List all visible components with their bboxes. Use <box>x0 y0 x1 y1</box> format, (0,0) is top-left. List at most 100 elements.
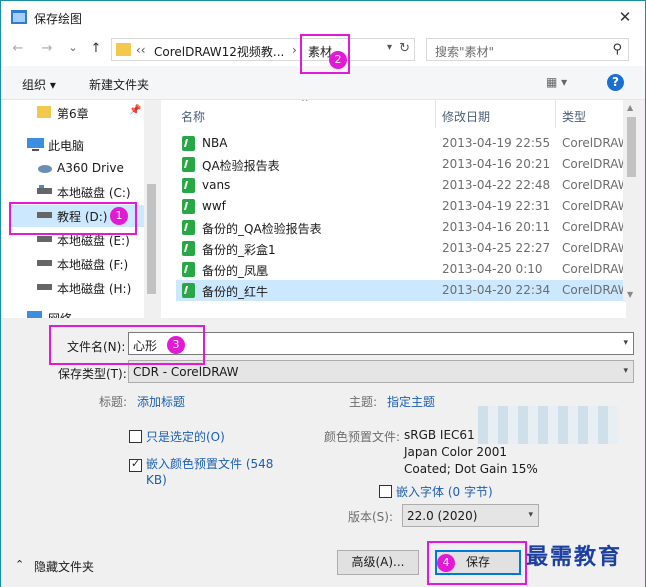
sidebar-item-label: 本地磁盘 (C:) <box>57 186 131 200</box>
navigation-scrollbar[interactable] <box>144 100 159 318</box>
file-date: 2013-04-16 20:11 <box>442 220 551 234</box>
refresh-icon[interactable]: ↻ <box>399 41 410 56</box>
view-options-icon[interactable]: ▦ ▾ <box>546 75 567 89</box>
breadcrumb-coreldraw[interactable]: CorelDRAW12视频教... <box>154 43 284 60</box>
watermark-logo: 最需教育 <box>526 544 623 570</box>
embed-fonts-label[interactable]: 嵌入字体 (0 字节) <box>396 483 493 500</box>
app-icon <box>11 10 27 24</box>
sidebar-item-drive-c[interactable]: 本地磁盘 (C:) <box>1 181 144 203</box>
color-profile-line: Coated; Dot Gain 15% <box>404 462 538 476</box>
back-arrow-icon[interactable]: ← <box>9 41 27 56</box>
column-header-type[interactable]: 类型 <box>556 100 626 128</box>
file-name: vans <box>202 178 231 192</box>
breadcrumb-separator[interactable]: › <box>292 43 297 57</box>
coreldraw-file-icon <box>182 241 195 256</box>
help-icon[interactable]: ? <box>607 74 624 91</box>
sidebar-item-network[interactable]: 网络 <box>1 307 144 318</box>
version-select[interactable]: 22.0 (2020) ▾ <box>402 504 539 527</box>
window-title: 保存绘图 <box>34 12 83 26</box>
save-dialog: 保存绘图 ✕ ← → ⌄ ↑ ‹‹ CorelDRAW12视频教... › 素材… <box>0 0 646 587</box>
selected-only-checkbox[interactable] <box>129 430 142 443</box>
up-arrow-icon[interactable]: ↑ <box>87 41 105 56</box>
coreldraw-file-icon <box>182 220 195 235</box>
step-badge-3: 3 <box>167 336 185 354</box>
step-badge-2: 2 <box>329 51 347 69</box>
search-input[interactable]: 搜索"素材" ⚲ <box>426 38 629 61</box>
scroll-thumb[interactable] <box>627 117 636 177</box>
close-icon[interactable]: ✕ <box>613 5 637 29</box>
color-profile-label: 颜色预置文件: <box>324 430 401 444</box>
file-type: CorelDRAW <box>562 157 626 171</box>
embed-profile-label[interactable]: 嵌入颜色预置文件 (548 KB) <box>146 456 281 488</box>
coreldraw-file-icon <box>182 199 195 214</box>
column-header-name[interactable]: 名称 ^ <box>161 100 436 128</box>
hide-folders-toggle[interactable]: 隐藏文件夹 <box>34 558 94 575</box>
chevron-down-icon[interactable]: ▾ <box>623 338 628 348</box>
scroll-up-icon[interactable]: ▲ <box>627 103 633 112</box>
cloud-icon <box>38 165 52 173</box>
sidebar-item-drive-h[interactable]: 本地磁盘 (H:) <box>1 277 144 299</box>
chevron-down-icon[interactable]: ▾ <box>528 510 533 520</box>
sidebar-item-drive-f[interactable]: 本地磁盘 (F:) <box>1 253 144 275</box>
column-label: 名称 <box>181 110 206 124</box>
scroll-down-icon[interactable]: ▼ <box>627 290 633 299</box>
file-date: 2013-04-19 22:55 <box>442 136 551 150</box>
network-icon <box>27 311 42 318</box>
file-name: QA检验报告表 <box>202 159 280 173</box>
scroll-thumb[interactable] <box>147 184 156 294</box>
coreldraw-file-icon <box>182 283 195 298</box>
organize-button[interactable]: 组织 ▾ <box>22 76 56 93</box>
sidebar-item-label: A360 Drive <box>57 161 124 175</box>
assign-subject-link[interactable]: 指定主题 <box>387 393 435 410</box>
advanced-button[interactable]: 高级(A)... <box>337 550 419 575</box>
file-row[interactable]: NBA 2013-04-19 22:55 CorelDRAW <box>176 133 626 154</box>
computer-icon <box>27 138 44 151</box>
folder-icon <box>37 106 51 118</box>
file-row[interactable]: wwf 2013-04-19 22:31 CorelDRAW <box>176 196 626 217</box>
file-row[interactable]: 备份的_QA检验报告表 2013-04-16 20:11 CorelDRAW <box>176 217 626 238</box>
file-row[interactable]: 备份的_凤凰 2013-04-20 0:10 CorelDRAW <box>176 259 626 280</box>
new-folder-button[interactable]: 新建文件夹 <box>89 76 149 93</box>
file-name: 备份的_彩盒1 <box>202 243 276 257</box>
file-name: wwf <box>202 199 226 213</box>
pin-icon[interactable]: 📌 <box>129 105 141 116</box>
sidebar-item-a360[interactable]: A360 Drive <box>1 158 144 180</box>
column-header-date[interactable]: 修改日期 <box>436 100 556 128</box>
title-bar: 保存绘图 ✕ <box>1 1 645 34</box>
file-row[interactable]: vans 2013-04-22 22:48 CorelDRAW <box>176 175 626 196</box>
file-row[interactable]: QA检验报告表 2013-04-16 20:21 CorelDRAW <box>176 154 626 175</box>
drive-icon <box>37 284 52 290</box>
address-overflow[interactable]: ‹‹ <box>136 43 146 57</box>
file-name: NBA <box>202 136 228 150</box>
chevron-down-icon[interactable]: ▾ <box>623 366 628 376</box>
sidebar-item-label: 本地磁盘 (H:) <box>57 282 132 296</box>
coreldraw-file-icon <box>182 178 195 193</box>
selected-only-label[interactable]: 只是选定的(O) <box>146 428 225 445</box>
coreldraw-file-icon <box>182 136 195 151</box>
file-row[interactable]: 备份的_彩盒1 2013-04-25 22:27 CorelDRAW <box>176 238 626 259</box>
file-type: CorelDRAW <box>562 262 626 276</box>
embed-profile-checkbox[interactable] <box>129 457 142 472</box>
sidebar-item-label: 本地磁盘 (F:) <box>57 258 129 272</box>
file-list: 名称 ^ 修改日期 类型 NBA 2013-04-19 22:55 CorelDRA… <box>161 100 626 318</box>
embed-fonts-checkbox[interactable] <box>379 485 392 498</box>
forward-arrow-icon[interactable]: → <box>38 41 56 56</box>
search-icon[interactable]: ⚲ <box>612 42 622 57</box>
add-title-link[interactable]: 添加标题 <box>137 393 185 410</box>
file-type: CorelDRAW <box>562 283 626 297</box>
chevron-up-icon[interactable]: ⌃ <box>15 558 24 571</box>
recent-locations-icon[interactable]: ⌄ <box>64 41 82 54</box>
drive-icon <box>37 260 52 266</box>
sidebar-item-this-pc[interactable]: 此电脑 <box>1 134 144 156</box>
address-bar[interactable]: ‹‹ CorelDRAW12视频教... › 素材 ▾ ↻ <box>111 38 415 61</box>
address-dropdown-icon[interactable]: ▾ <box>387 42 392 53</box>
file-date: 2013-04-20 22:34 <box>442 283 551 297</box>
sidebar-item-chapter6[interactable]: 第6章 📌 <box>1 102 144 124</box>
title-label: 标题: <box>99 395 128 409</box>
file-row[interactable]: 备份的_红牛 2013-04-20 22:34 CorelDRAW <box>176 280 626 301</box>
search-placeholder: 搜索"素材" <box>435 45 495 59</box>
file-list-scrollbar[interactable]: ▲ ▼ <box>623 100 640 302</box>
drive-icon <box>37 185 52 194</box>
version-label: 版本(S): <box>348 510 394 524</box>
file-type: CorelDRAW <box>562 199 626 213</box>
